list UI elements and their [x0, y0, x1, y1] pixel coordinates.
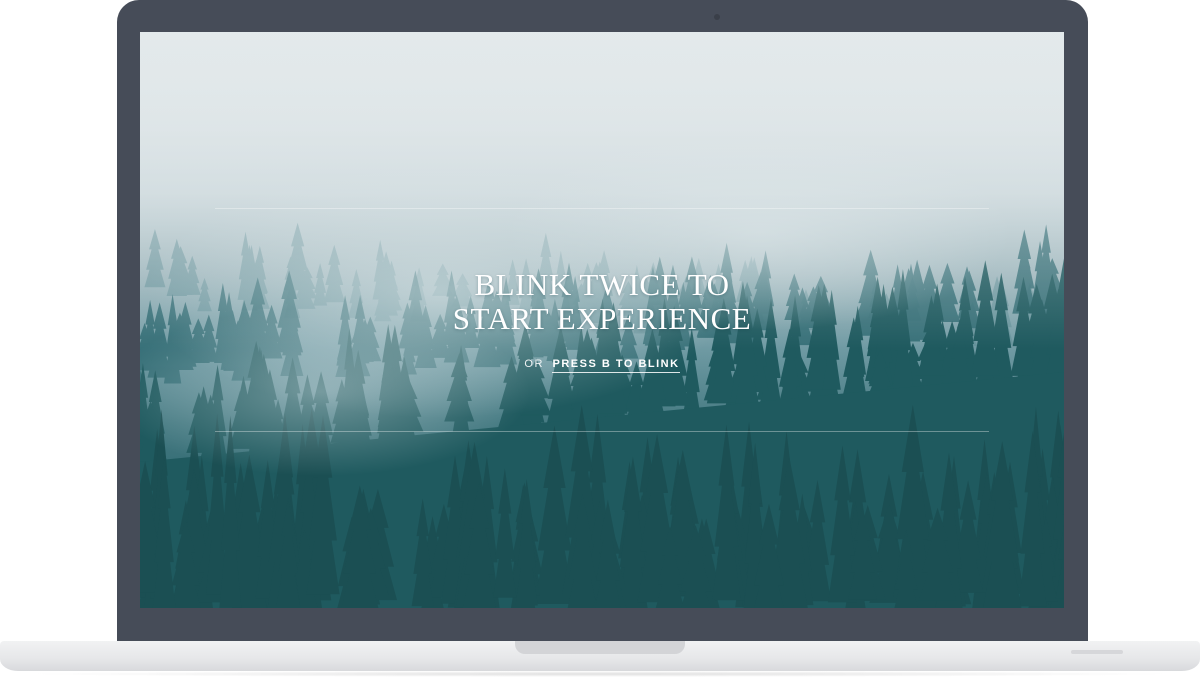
headline: BLINK TWICE TO START EXPERIENCE [140, 268, 1064, 336]
laptop-screen: BLINK TWICE TO START EXPERIENCE OR PRESS… [140, 32, 1064, 608]
blink-instruction: OR PRESS B TO BLINK [140, 358, 1064, 373]
laptop-opening-notch [515, 641, 685, 654]
laptop-vent [1071, 650, 1123, 654]
press-b-link[interactable]: PRESS B TO BLINK [552, 358, 680, 373]
or-label: OR [524, 358, 544, 370]
divider-bottom [215, 431, 989, 432]
laptop-mockup: BLINK TWICE TO START EXPERIENCE OR PRESS… [0, 0, 1200, 680]
divider-top [215, 208, 989, 209]
camera-dot [714, 14, 720, 20]
base-shadow [20, 671, 1180, 677]
headline-line-1: BLINK TWICE TO [474, 267, 730, 302]
headline-line-2: START EXPERIENCE [452, 301, 752, 336]
